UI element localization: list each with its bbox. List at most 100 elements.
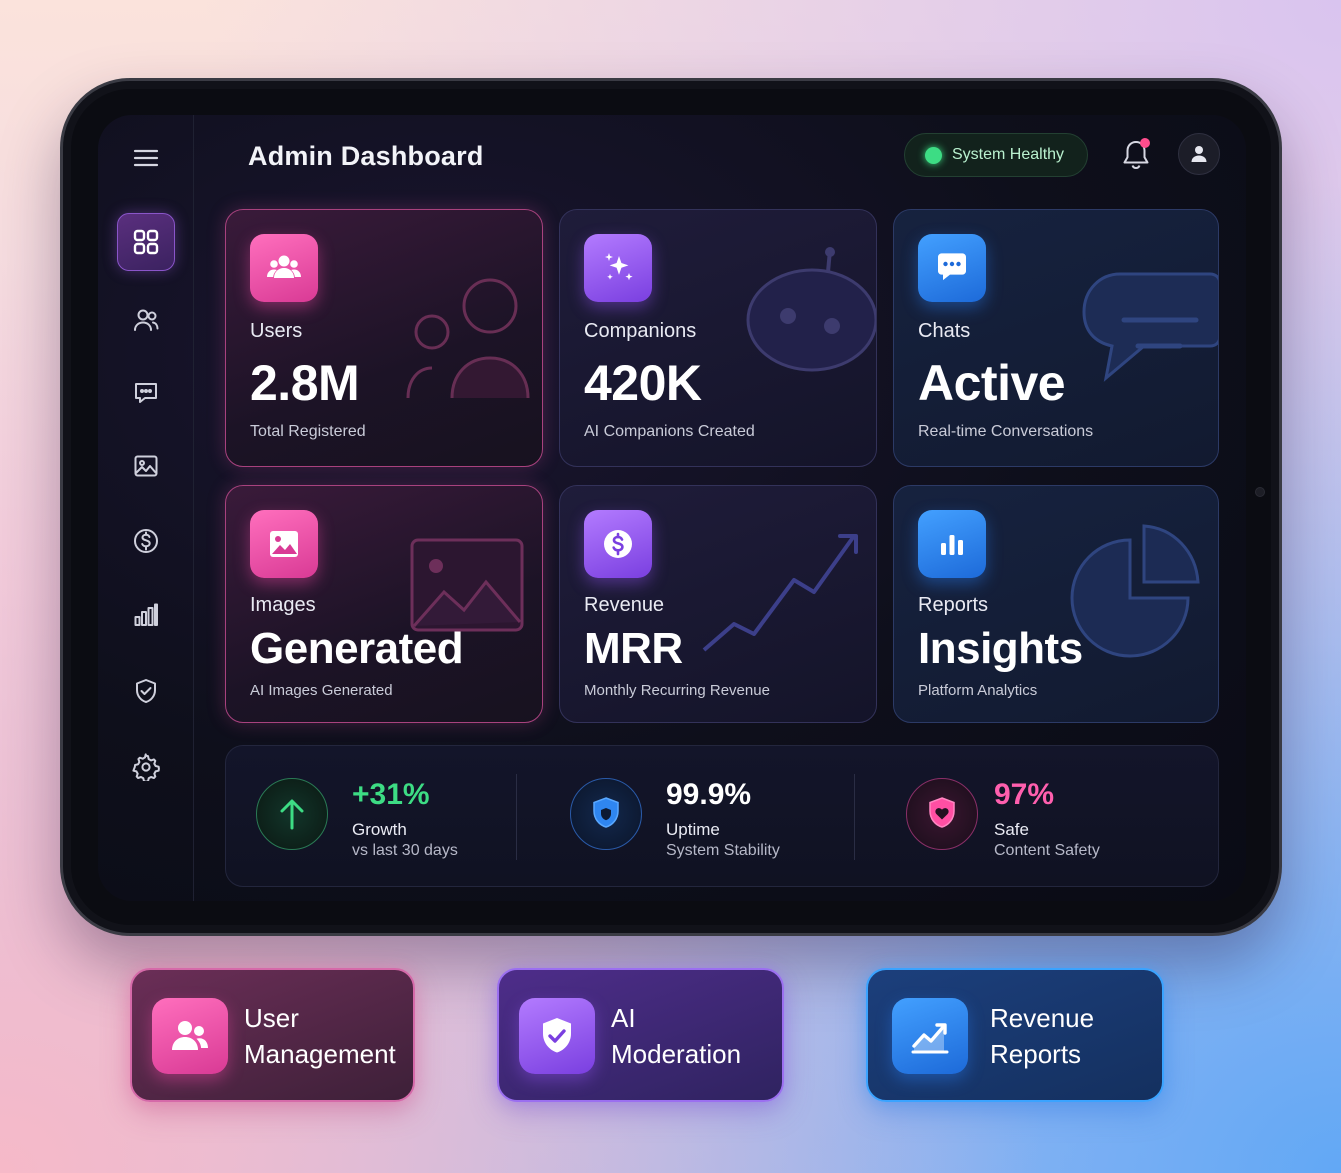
safety-stat-value: 97% — [994, 778, 1055, 811]
camera — [1255, 487, 1265, 497]
users-icon — [134, 309, 159, 331]
companions-card-value: 420K — [584, 355, 702, 411]
stats-divider — [854, 774, 855, 860]
user-icon — [1191, 146, 1207, 162]
bar-chart-icon — [941, 535, 963, 555]
revenue-reports-button[interactable]: Revenue Reports — [866, 968, 1164, 1102]
shield-check-icon — [543, 1018, 571, 1053]
status-dot-icon — [925, 146, 942, 164]
arrow-up-icon — [280, 799, 304, 830]
uptime-stat-sub: System Stability — [666, 842, 780, 859]
uptime-stat: 99.9% Uptime System Stability — [536, 746, 846, 886]
ai-moderation-label: AI Moderation — [611, 1000, 781, 1072]
sidebar-item-moderation[interactable] — [117, 662, 175, 720]
robot-deco-icon — [746, 247, 876, 372]
shield-icon — [593, 797, 619, 828]
user-management-label: User Management — [244, 1000, 414, 1072]
menu-button[interactable] — [117, 129, 175, 187]
users-card-icon-tile — [250, 234, 318, 302]
growth-stat-sub: vs last 30 days — [352, 842, 458, 859]
user-management-line1: User — [244, 1003, 299, 1033]
safety-stat-label: Safe — [994, 820, 1029, 839]
chats-card-icon-tile — [918, 234, 986, 302]
chats-card[interactable]: Chats Active Real-time Conversations — [893, 209, 1219, 467]
reports-card-value: Insights — [918, 624, 1083, 673]
revenue-card-icon-tile — [584, 510, 652, 578]
users-card-value: 2.8M — [250, 355, 360, 411]
uptime-stat-icon-ring — [570, 778, 642, 850]
reports-card[interactable]: Reports Insights Platform Analytics — [893, 485, 1219, 723]
growth-stat: +31% Growth vs last 30 days — [226, 746, 516, 886]
users-card[interactable]: Users 2.8M Total Registered — [225, 209, 543, 467]
sidebar-item-users[interactable] — [117, 291, 175, 349]
system-status-label: System Healthy — [952, 146, 1065, 163]
image-deco-icon — [410, 538, 524, 632]
revenue-reports-line2: Reports — [990, 1039, 1082, 1069]
trend-deco-icon — [702, 534, 858, 652]
reports-card-label: Reports — [918, 594, 989, 616]
growth-stat-value: +31% — [352, 778, 430, 811]
ai-moderation-button[interactable]: AI Moderation — [497, 968, 784, 1102]
revenue-card-value: MRR — [584, 624, 683, 673]
user-management-button[interactable]: User Management — [130, 968, 415, 1102]
sidebar-item-revenue[interactable] — [117, 512, 175, 570]
system-status-badge[interactable]: System Healthy — [904, 133, 1088, 177]
users-deco-icon — [406, 278, 530, 399]
reports-card-sub: Platform Analytics — [918, 682, 1038, 699]
stats-divider — [516, 774, 517, 860]
reports-card-icon-tile — [918, 510, 986, 578]
notifications-button[interactable] — [1118, 137, 1154, 173]
stats-strip: +31% Growth vs last 30 days 99.9% Uptime… — [225, 745, 1219, 887]
sidebar — [98, 115, 194, 901]
companions-card[interactable]: Companions 420K AI Companions Created — [559, 209, 877, 467]
sparkles-icon — [605, 253, 633, 281]
users-icon — [267, 255, 301, 278]
images-card-sub: AI Images Generated — [250, 682, 393, 699]
user-avatar[interactable] — [1178, 133, 1220, 175]
revenue-card[interactable]: Revenue MRR Monthly Recurring Revenue — [559, 485, 877, 723]
user-management-line2: Management — [244, 1039, 396, 1069]
sidebar-item-dashboard[interactable] — [117, 213, 175, 271]
revenue-reports-label: Revenue Reports — [990, 1000, 1160, 1072]
revenue-reports-line1: Revenue — [990, 1003, 1095, 1033]
users-icon — [172, 1021, 208, 1050]
users-card-sub: Total Registered — [250, 423, 366, 440]
safety-stat: 97% Safe Content Safety — [876, 746, 1206, 886]
dashboard-grid-icon — [133, 229, 159, 255]
ai-moderation-line1: AI — [611, 1003, 636, 1033]
uptime-stat-label: Uptime — [666, 820, 720, 839]
uptime-stat-value: 99.9% — [666, 778, 752, 811]
sidebar-item-chats[interactable] — [117, 364, 175, 422]
revenue-reports-icon-tile — [892, 998, 968, 1074]
chat-deco-icon — [1082, 272, 1218, 382]
sidebar-item-settings[interactable] — [117, 738, 175, 796]
shield-check-icon — [136, 679, 156, 703]
settings-gear-icon — [132, 753, 160, 781]
revenue-card-sub: Monthly Recurring Revenue — [584, 682, 770, 699]
companions-card-icon-tile — [584, 234, 652, 302]
images-card[interactable]: Images Generated AI Images Generated — [225, 485, 543, 723]
dollar-icon — [134, 529, 158, 553]
menu-icon — [133, 149, 159, 167]
safety-stat-icon-ring — [906, 778, 978, 850]
ai-moderation-icon-tile — [519, 998, 595, 1074]
dollar-icon — [604, 530, 632, 558]
shield-heart-icon — [929, 797, 955, 828]
images-card-label: Images — [250, 594, 316, 616]
images-card-icon-tile — [250, 510, 318, 578]
growth-stat-icon-ring — [256, 778, 328, 850]
sidebar-item-images[interactable] — [117, 437, 175, 495]
user-management-icon-tile — [152, 998, 228, 1074]
image-icon — [270, 531, 298, 557]
chat-bubble-icon — [938, 253, 966, 281]
chats-card-label: Chats — [918, 320, 971, 342]
app-screen: Admin Dashboard System Healthy Users 2.8… — [98, 115, 1246, 901]
companions-card-label: Companions — [584, 320, 697, 342]
ai-moderation-line2: Moderation — [611, 1039, 742, 1069]
bar-chart-icon — [134, 603, 158, 626]
safety-stat-sub: Content Safety — [994, 842, 1100, 859]
images-card-value: Generated — [250, 624, 464, 673]
users-card-label: Users — [250, 320, 303, 342]
sidebar-item-reports[interactable] — [117, 586, 175, 644]
pie-deco-icon — [1070, 524, 1200, 658]
